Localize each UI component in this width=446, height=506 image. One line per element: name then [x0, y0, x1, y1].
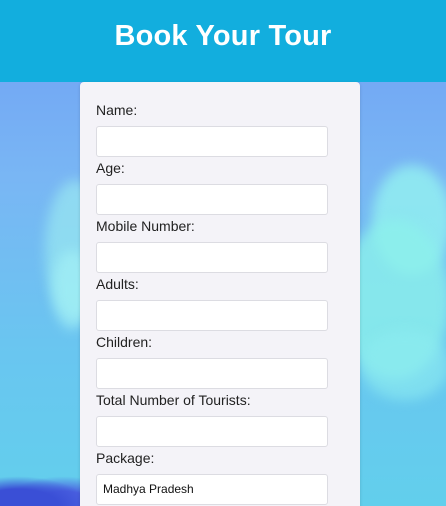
- package-field-group: Package: Madhya Pradesh: [96, 449, 328, 505]
- package-label: Package:: [96, 450, 155, 466]
- total-tourists-label: Total Number of Tourists:: [96, 392, 251, 408]
- page: Book Your Tour Name: Age: Mobile Number:…: [0, 0, 446, 506]
- page-title: Book Your Tour: [114, 19, 332, 52]
- package-select[interactable]: Madhya Pradesh: [96, 474, 328, 505]
- adults-input[interactable]: [96, 300, 328, 331]
- background-trees: [0, 476, 90, 506]
- name-field-group: Name:: [96, 101, 328, 157]
- total-tourists-input[interactable]: [96, 416, 328, 447]
- booking-form: Name: Age: Mobile Number: Adults: Childr…: [80, 82, 360, 506]
- adults-field-group: Adults:: [96, 275, 328, 331]
- age-input[interactable]: [96, 184, 328, 215]
- name-input[interactable]: [96, 126, 328, 157]
- name-label: Name:: [96, 102, 138, 118]
- age-field-group: Age:: [96, 159, 328, 215]
- mobile-field-group: Mobile Number:: [96, 217, 328, 273]
- total-tourists-field-group: Total Number of Tourists:: [96, 391, 328, 447]
- age-label: Age:: [96, 160, 125, 176]
- adults-label: Adults:: [96, 276, 139, 292]
- mobile-number-input[interactable]: [96, 242, 328, 273]
- children-label: Children:: [96, 334, 153, 350]
- children-input[interactable]: [96, 358, 328, 389]
- children-field-group: Children:: [96, 333, 328, 389]
- background-cloud: [360, 330, 446, 400]
- mobile-number-label: Mobile Number:: [96, 218, 195, 234]
- header-bar: Book Your Tour: [0, 0, 446, 82]
